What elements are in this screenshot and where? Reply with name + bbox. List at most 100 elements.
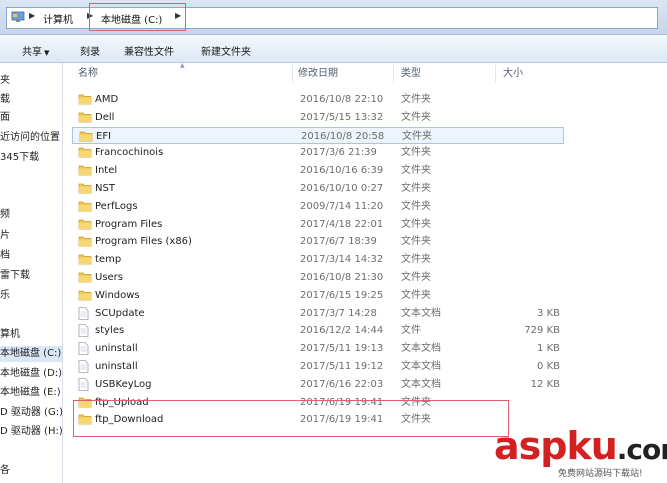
nav-item-computer[interactable]: 算机 [0,327,62,343]
nav-item-recent-places[interactable]: 近访问的位置 [0,130,62,146]
folder-row[interactable]: Francochinois 2017/3/6 21:39 文件夹 [72,144,562,161]
file-type: 文件夹 [401,254,431,266]
nav-item[interactable]: 雷下载 [0,268,62,284]
folder-row[interactable]: Program Files 2017/4/18 22:01 文件夹 [72,216,562,233]
file-name: SCUpdate [95,307,145,319]
column-divider[interactable] [292,65,293,83]
nav-item-local-disk-d[interactable]: 本地磁盘 (D:) [0,366,62,382]
file-type: 文本文档 [401,307,441,319]
file-type: 文本文档 [401,361,441,372]
text-file-icon [78,360,89,373]
highlight-box [73,400,509,437]
new-folder-button[interactable]: 新建文件夹 [201,43,251,58]
file-date: 2017/5/11 19:13 [300,343,384,355]
file-date: 2009/7/14 11:20 [300,200,384,212]
nav-item[interactable]: 载 [0,92,62,108]
column-header-type[interactable]: 类型 [401,63,421,85]
file-name: NST [95,183,115,194]
highlight-box [89,3,186,31]
file-name: Dell [95,111,115,123]
navigation-pane: 夹 载 面 近访问的位置 345下载 频 片 档 雷下载 乐 算机 本地磁盘 (… [0,63,63,483]
nav-item-videos[interactable]: 频 [0,207,62,223]
file-type: 文件夹 [401,272,431,283]
folder-icon [78,183,92,194]
watermark-brand-a: asp [494,424,567,468]
file-row[interactable]: uninstall 2017/5/11 19:12 文本文档 0 KB [72,358,562,375]
file-date: 2016/10/8 21:30 [300,272,384,283]
file-row[interactable]: styles 2016/12/2 14:44 文件 729 KB [72,322,562,339]
file-name: temp [95,254,122,266]
file-size: 0 KB [537,361,560,372]
nav-item[interactable]: 夹 [0,73,62,89]
file-size: 3 KB [537,307,560,319]
file-size: 1 KB [537,343,560,355]
file-type: 文件 [401,325,421,337]
column-divider[interactable] [495,65,496,83]
nav-item-music[interactable]: 乐 [0,288,62,304]
share-menu-button[interactable]: 共享 ▼ [22,43,49,58]
file-row[interactable]: USBKeyLog 2017/6/16 22:03 文本文档 12 KB [72,376,562,393]
folder-row[interactable]: temp 2017/3/14 14:32 文件夹 [72,251,562,268]
burn-button[interactable]: 刻录 [80,43,100,58]
file-date: 2017/3/14 14:32 [300,254,384,266]
file-type: 文件夹 [401,183,431,194]
nav-item-documents[interactable]: 档 [0,248,62,264]
text-file-icon [78,377,89,391]
file-name: EFI [96,130,112,142]
column-header-name[interactable]: 名称 [78,63,98,85]
file-type: 文件夹 [401,111,431,123]
nav-item[interactable]: 各 [0,463,62,479]
file-row[interactable]: uninstall 2017/5/11 19:13 文本文档 1 KB [72,340,562,357]
folder-row[interactable]: Program Files (x86) 2017/6/7 18:39 文件夹 [72,233,562,250]
folder-row[interactable]: NST 2016/10/10 0:27 文件夹 [72,180,562,197]
folder-row[interactable]: EFI 2016/10/8 20:58 文件夹 [72,126,564,144]
file-date: 2016/12/2 14:44 [300,325,384,337]
nav-item-local-disk-c[interactable]: 本地磁盘 (C:) [0,346,62,362]
text-file-icon [78,306,89,320]
file-row[interactable]: SCUpdate 2017/3/7 14:28 文本文档 3 KB [72,305,562,322]
folder-icon [78,148,92,158]
nav-item-drive-h[interactable]: D 驱动器 (H:) [0,424,62,440]
folder-row[interactable]: PerfLogs 2009/7/14 11:20 文件夹 [72,198,562,215]
file-type: 文件夹 [402,130,432,142]
folder-icon [79,131,93,141]
nav-item-pictures[interactable]: 片 [0,228,62,244]
folder-row[interactable]: Intel 2016/10/16 6:39 文件夹 [72,162,562,179]
file-name: AMD [95,94,119,105]
file-type: 文件夹 [401,218,431,230]
file-date: 2017/3/7 14:28 [300,307,377,319]
file-size: 12 KB [530,378,560,390]
folder-icon [78,290,92,301]
address-bar-area: ▶ 计算机 ▶ 本地磁盘 (C:) ▶ [0,0,667,35]
column-divider[interactable] [393,65,394,83]
file-type: 文件夹 [401,200,431,212]
folder-icon [78,254,92,265]
column-header-date[interactable]: 修改日期 [298,63,338,85]
nav-item[interactable]: 面 [0,110,62,126]
file-date: 2016/10/10 0:27 [300,183,384,194]
file-date: 2016/10/16 6:39 [300,165,384,177]
nav-item-drive-g[interactable]: D 驱动器 (G:) [0,405,62,421]
compatibility-files-button[interactable]: 兼容性文件 [124,43,174,58]
nav-item[interactable]: 345下载 [0,150,62,166]
watermark-brand-c: .com [616,433,667,466]
file-size: 729 KB [524,325,560,337]
dropdown-arrow-icon: ▼ [44,49,50,57]
folder-row[interactable]: Users 2016/10/8 21:30 文件夹 [72,269,562,286]
chevron-right-icon[interactable]: ▶ [29,11,35,20]
file-date: 2017/3/6 21:39 [300,147,377,159]
file-date: 2017/6/7 18:39 [300,236,377,248]
file-name: Users [95,272,124,283]
file-type: 文本文档 [401,343,441,355]
breadcrumb-computer[interactable]: 计算机 [43,11,73,26]
folder-icon [78,201,92,212]
file-type: 文件夹 [401,289,431,301]
file-name: styles [95,325,125,337]
nav-item-local-disk-e[interactable]: 本地磁盘 (E:) [0,385,62,401]
folder-icon [78,219,92,229]
column-header-size[interactable]: 大小 [503,63,523,85]
folder-row[interactable]: Windows 2017/6/15 19:25 文件夹 [72,287,562,304]
file-name: Program Files (x86) [95,236,192,248]
folder-row[interactable]: Dell 2017/5/15 13:32 文件夹 [72,109,562,126]
folder-row[interactable]: AMD 2016/10/8 22:10 文件夹 [72,91,562,108]
